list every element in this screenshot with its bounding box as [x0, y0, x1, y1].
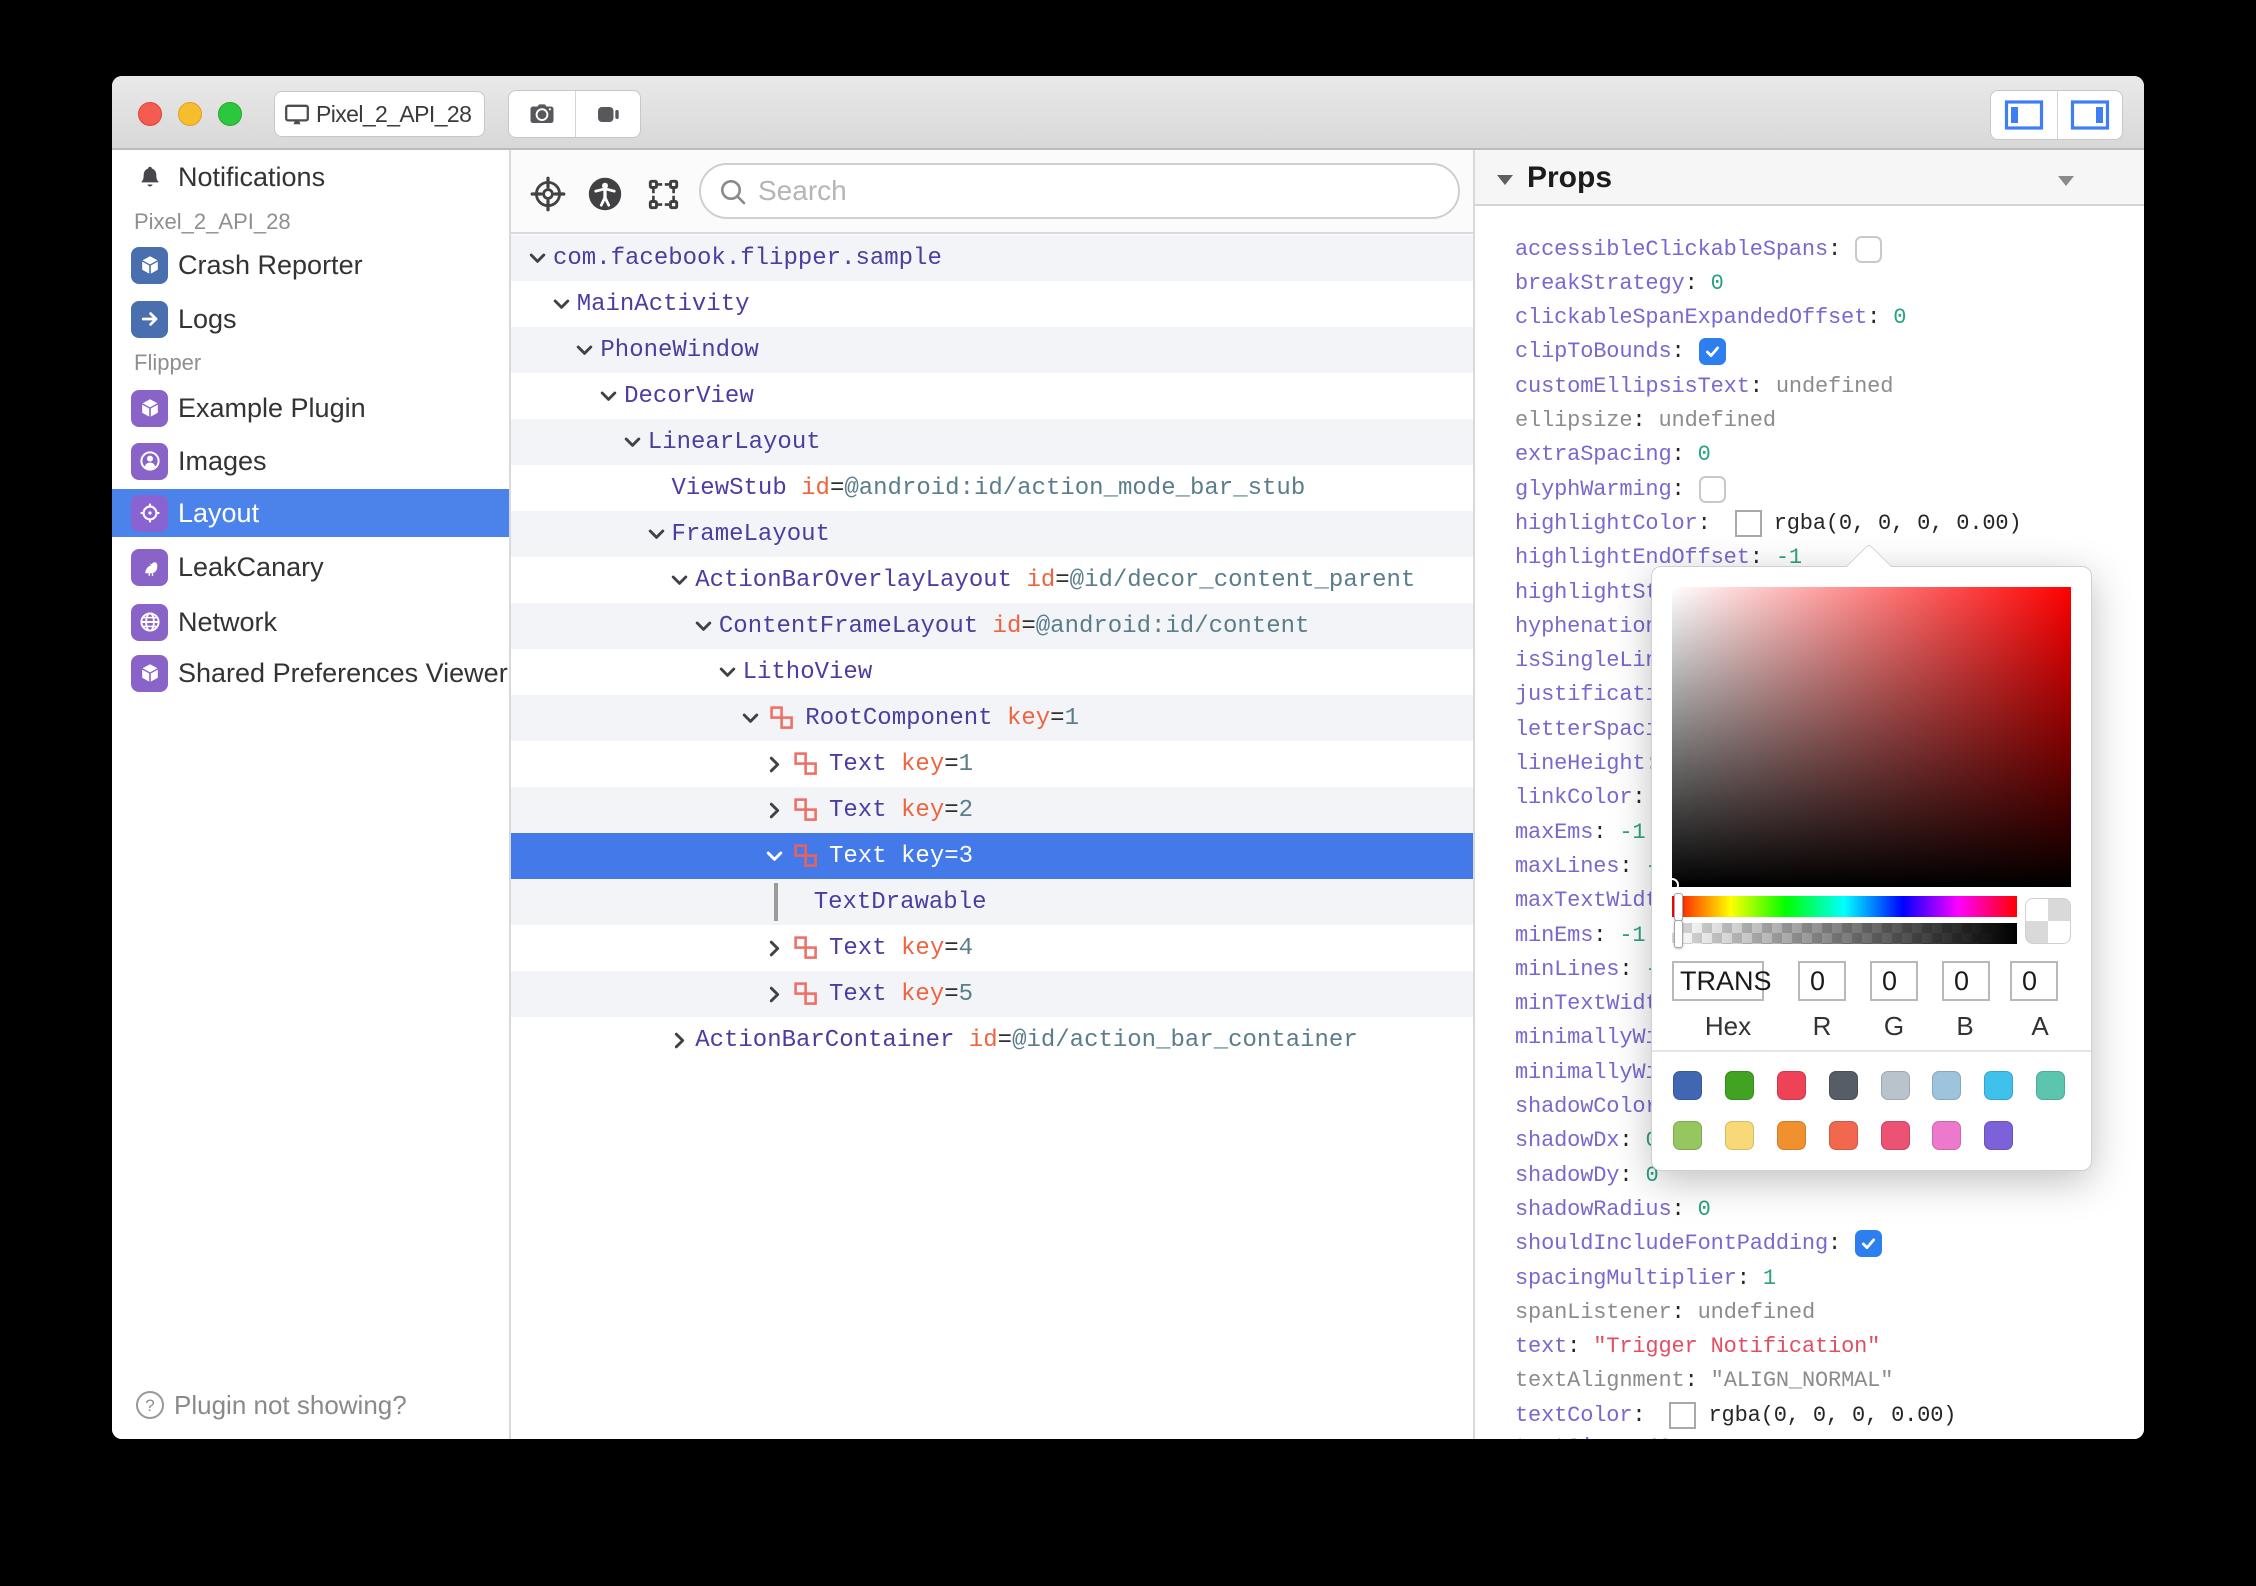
svg-text:?: ? [145, 1396, 154, 1415]
